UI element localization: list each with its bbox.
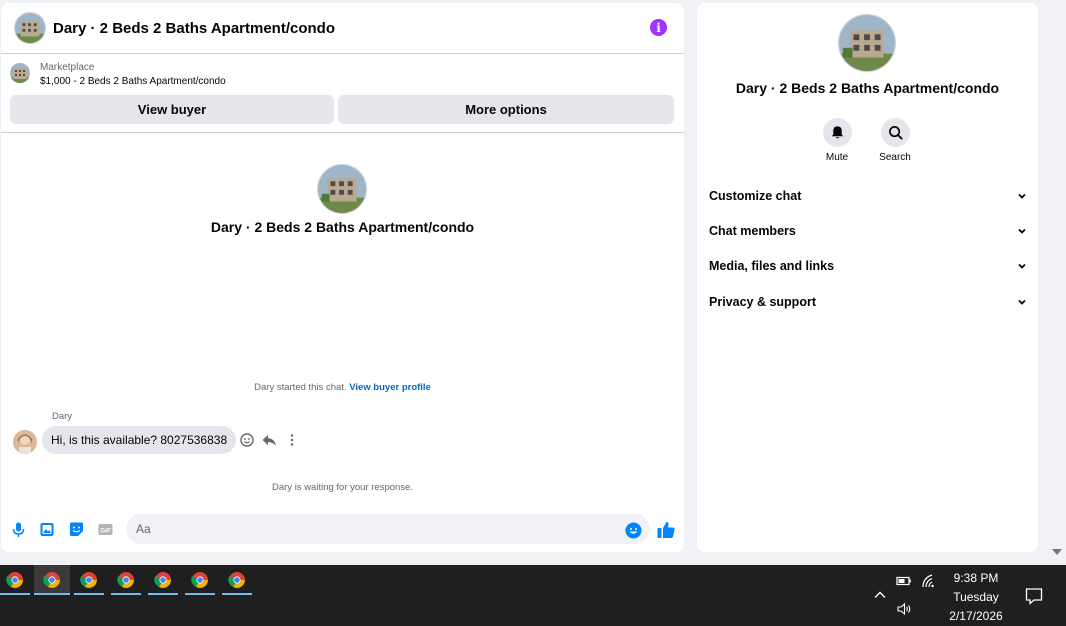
photo-icon[interactable] (39, 521, 56, 538)
chat-panel: Dary · 2 Beds 2 Baths Apartment/condo i … (1, 3, 684, 552)
scroll-down-arrow-icon[interactable] (1052, 549, 1062, 555)
bell-icon[interactable] (822, 118, 852, 147)
react-icon[interactable] (239, 432, 255, 448)
search-label: Search (879, 152, 911, 163)
chat-avatar[interactable] (14, 12, 46, 44)
chrome-icon (43, 572, 60, 588)
chevron-down-icon (1017, 261, 1027, 271)
view-buyer-button[interactable]: View buyer (10, 95, 334, 124)
taskbar-chrome-5[interactable] (148, 565, 178, 595)
section-media-files-links[interactable]: Media, files and links (709, 256, 1027, 276)
taskbar-chrome-2[interactable] (34, 565, 70, 595)
chevron-down-icon (1017, 191, 1027, 201)
waiting-notice: Dary is waiting for your response. (272, 482, 413, 493)
chrome-icon (191, 572, 208, 588)
taskbar-chrome-1[interactable] (0, 565, 30, 595)
conversation-title: Dary · 2 Beds 2 Baths Apartment/condo (210, 219, 475, 235)
clock-day: Tuesday (953, 590, 999, 604)
listing-price-title[interactable]: $1,000 - 2 Beds 2 Baths Apartment/condo (40, 76, 226, 87)
gif-icon[interactable]: GIF (97, 521, 114, 538)
sender-avatar[interactable] (13, 430, 37, 454)
svg-text:GIF: GIF (100, 527, 111, 534)
mute-label: Mute (825, 152, 849, 163)
search-icon[interactable] (880, 118, 910, 147)
taskbar-chrome-3[interactable] (74, 565, 104, 595)
like-icon[interactable] (656, 520, 676, 540)
taskbar-chrome-6[interactable] (185, 565, 215, 595)
more-actions-icon[interactable] (284, 432, 300, 448)
chat-started-notice: Dary started this chat. View buyer profi… (1, 382, 684, 393)
message-composer: GIF Aa (1, 513, 684, 547)
chrome-icon (228, 572, 245, 588)
battery-icon[interactable] (896, 573, 912, 589)
clock-date: 2/17/2026 (949, 609, 1003, 623)
chat-started-text: Dary started this chat. (254, 382, 347, 393)
section-privacy-support[interactable]: Privacy & support (709, 292, 1027, 312)
details-title: Dary · 2 Beds 2 Baths Apartment/condo (735, 80, 1000, 96)
mute-action[interactable]: Mute (812, 118, 862, 163)
section-chat-members[interactable]: Chat members (709, 221, 1027, 241)
chevron-down-icon (1017, 226, 1027, 236)
chrome-icon (80, 572, 97, 588)
chrome-icon (6, 572, 23, 588)
info-icon[interactable]: i (650, 19, 667, 36)
view-buyer-profile-link[interactable]: View buyer profile (349, 382, 431, 393)
taskbar-chrome-7[interactable] (222, 565, 252, 595)
section-label: Media, files and links (709, 259, 835, 273)
taskbar-clock[interactable]: 9:38 PM Tuesday 2/17/2026 (940, 569, 1012, 626)
conversation-avatar (317, 164, 367, 214)
message-input[interactable]: Aa (126, 514, 650, 544)
more-options-button[interactable]: More options (338, 95, 674, 124)
sticker-icon[interactable] (68, 521, 85, 538)
taskbar-chrome-4[interactable] (111, 565, 141, 595)
clock-time: 9:38 PM (953, 571, 999, 585)
chrome-icon (117, 572, 134, 588)
details-avatar (838, 14, 896, 72)
listing-thumbnail[interactable] (10, 63, 30, 83)
marketplace-listing: Marketplace $1,000 - 2 Beds 2 Baths Apar… (1, 55, 684, 133)
emoji-icon[interactable] (625, 522, 642, 539)
microphone-icon[interactable] (10, 521, 27, 538)
notification-center-icon[interactable] (1025, 587, 1043, 605)
chrome-icon (154, 572, 171, 588)
chat-details-panel: Dary · 2 Beds 2 Baths Apartment/condo Mu… (697, 3, 1038, 552)
section-label: Customize chat (709, 189, 802, 203)
listing-label: Marketplace (40, 62, 95, 73)
search-action[interactable]: Search (870, 118, 920, 163)
wifi-icon[interactable] (921, 573, 937, 589)
section-label: Chat members (709, 224, 796, 238)
message-sender-name: Dary (52, 411, 73, 422)
chat-title[interactable]: Dary · 2 Beds 2 Baths Apartment/condo (53, 20, 335, 37)
message-bubble[interactable]: Hi, is this available? 8027536838 (42, 426, 237, 454)
section-customize-chat[interactable]: Customize chat (709, 186, 1027, 206)
reply-icon[interactable] (261, 432, 277, 448)
chevron-down-icon (1017, 297, 1027, 307)
chat-header: Dary · 2 Beds 2 Baths Apartment/condo i (1, 3, 684, 54)
section-label: Privacy & support (709, 295, 816, 309)
page-scrollbar[interactable] (1050, 0, 1066, 563)
volume-icon[interactable] (896, 601, 912, 617)
show-hidden-icons-chevron-up-icon[interactable] (872, 587, 888, 603)
